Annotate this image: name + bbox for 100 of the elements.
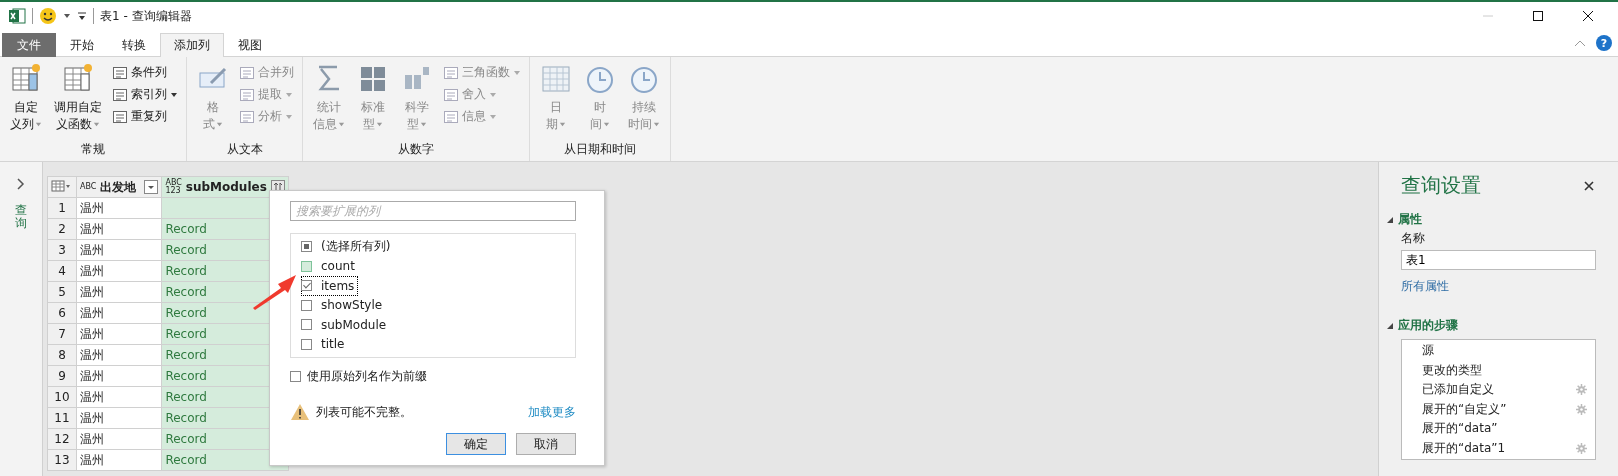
step-item[interactable]: 展开的“data”: [1402, 419, 1595, 439]
caret-icon: [513, 68, 521, 77]
column-name: 出发地: [100, 178, 138, 196]
row-number: 3: [47, 239, 77, 261]
ribbon-button[interactable]: 重复列: [110, 107, 180, 126]
checkbox[interactable]: [301, 299, 312, 311]
table-cell: 温州: [76, 218, 162, 240]
row-number: 9: [47, 365, 77, 387]
step-item[interactable]: 已添加自定义: [1402, 380, 1595, 400]
type-label: ABC 123: [165, 179, 182, 195]
table-menu-icon[interactable]: [51, 179, 71, 192]
ribbon-button[interactable]: 自定 义列: [6, 61, 46, 139]
checkbox[interactable]: [301, 338, 312, 350]
smiley-icon[interactable]: [39, 7, 57, 25]
list-icon: [443, 86, 459, 103]
column-option[interactable]: count: [301, 256, 359, 276]
row-number: 6: [47, 302, 77, 324]
panel-title: 查询设置: [1401, 172, 1481, 199]
caret-icon: [285, 90, 293, 99]
column-name: subModules: [185, 180, 267, 194]
type-label: ABC: [80, 183, 97, 191]
row-number: 13: [47, 449, 77, 471]
column-option[interactable]: items: [301, 276, 359, 296]
row-number: 5: [47, 281, 77, 303]
caret-icon: [420, 121, 427, 128]
caret-icon: [603, 121, 610, 128]
list-icon: [443, 64, 459, 81]
list-icon: [443, 108, 459, 125]
warning-icon: [290, 403, 310, 421]
caret-icon: [35, 121, 42, 128]
ribbon-tab[interactable]: 转换: [108, 33, 160, 57]
maximize-icon[interactable]: [1531, 9, 1545, 23]
step-item[interactable]: 源: [1402, 341, 1595, 361]
list-icon: [112, 86, 128, 103]
list-icon: [239, 64, 255, 81]
row-number: 8: [47, 344, 77, 366]
step-item[interactable]: 展开的“data”1: [1402, 438, 1595, 458]
collapse-ribbon-icon[interactable]: [1574, 39, 1586, 47]
ribbon-tab[interactable]: 添加列: [160, 33, 224, 57]
caret-icon[interactable]: [63, 12, 71, 20]
caret-icon: [653, 121, 660, 128]
list-icon: [112, 64, 128, 81]
group-label: 从数字: [397, 141, 435, 158]
column-option[interactable]: subModule: [301, 315, 391, 335]
expand-icon[interactable]: [16, 178, 26, 190]
table-cell: 温州: [76, 365, 162, 387]
table-cell: 温州: [76, 428, 162, 450]
caret-icon: [285, 112, 293, 121]
column-option[interactable]: title: [301, 334, 349, 354]
collapse-triangle-icon[interactable]: [1387, 322, 1393, 329]
checkbox[interactable]: [301, 319, 312, 331]
ribbon-button[interactable]: 条件列: [110, 63, 180, 82]
caret-icon: [216, 121, 223, 128]
row-number: 11: [47, 407, 77, 429]
window-title: 表1 - 查询编辑器: [100, 7, 192, 25]
ribbon-tab[interactable]: 视图: [224, 33, 276, 57]
ribbon-tab[interactable]: 开始: [56, 33, 108, 57]
all-properties-link[interactable]: 所有属性: [1401, 278, 1596, 295]
help-icon[interactable]: ?: [1596, 35, 1612, 51]
table-cell: 温州: [76, 239, 162, 261]
step-item[interactable]: 更改的类型: [1402, 360, 1595, 380]
table-cell: 温州: [76, 386, 162, 408]
checkbox[interactable]: [301, 280, 312, 292]
ribbon-button[interactable]: 调用自定 义函数: [50, 61, 106, 139]
table-cell: 温州: [76, 344, 162, 366]
queries-pane-label[interactable]: 查询: [15, 204, 27, 231]
warning-text: 列表可能不完整。: [316, 403, 412, 421]
checkbox[interactable]: [290, 371, 301, 382]
checkbox-label[interactable]: 使用原始列名作为前缀: [307, 368, 427, 385]
checkbox[interactable]: [301, 241, 312, 253]
file-tab[interactable]: 文件: [2, 33, 56, 57]
collapse-triangle-icon[interactable]: [1387, 216, 1393, 223]
list-icon: [239, 86, 255, 103]
ok-button[interactable]: 确定: [446, 433, 506, 455]
customize-menu-icon[interactable]: [77, 11, 87, 21]
step-item[interactable]: 展开的“自定义”: [1402, 399, 1595, 419]
row-number: 4: [47, 260, 77, 282]
caret-icon: [489, 90, 497, 99]
checkbox[interactable]: [301, 260, 312, 272]
close-icon[interactable]: [1584, 180, 1594, 191]
name-field[interactable]: 表1: [1401, 250, 1596, 270]
section-heading: 应用的步骤: [1398, 317, 1458, 334]
caret-icon: [559, 121, 566, 128]
cancel-button[interactable]: 取消: [516, 433, 576, 455]
column-option[interactable]: showStyle: [301, 295, 387, 315]
column-header[interactable]: ABC 出发地: [76, 176, 162, 198]
field-label: 名称: [1401, 230, 1426, 247]
checkbox-label[interactable]: (选择所有列): [319, 237, 393, 257]
table-cell: 温州: [76, 260, 162, 282]
list-icon: [112, 108, 128, 125]
table-cell: 温州: [76, 281, 162, 303]
ribbon-button[interactable]: 索引列: [110, 85, 180, 104]
search-field[interactable]: 搜索要扩展的列: [290, 201, 576, 221]
load-more-link[interactable]: 加载更多: [528, 403, 576, 421]
filter-dropdown-icon[interactable]: [144, 180, 159, 194]
caret-icon: [376, 121, 383, 128]
close-icon[interactable]: [1581, 9, 1595, 23]
table-cell: 温州: [76, 407, 162, 429]
calendar-icon: [540, 63, 572, 95]
row-number: 2: [47, 218, 77, 240]
